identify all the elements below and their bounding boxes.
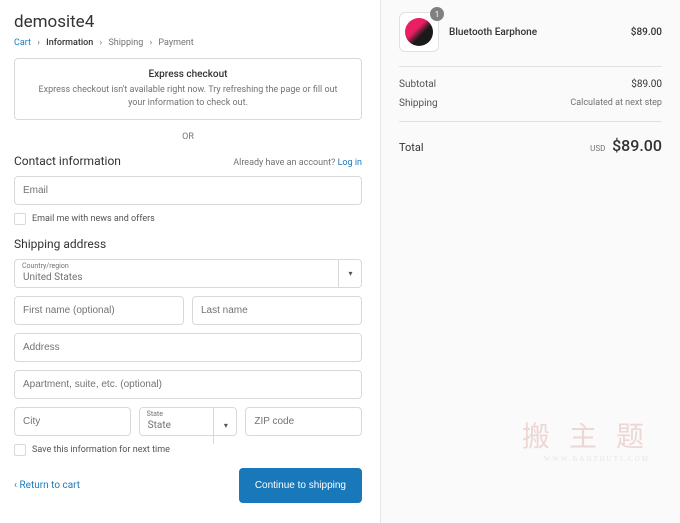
- total-value: $89.00: [612, 136, 662, 155]
- return-to-cart-link[interactable]: ‹ Return to cart: [14, 480, 80, 491]
- login-prompt: Already have an account? Log in: [233, 158, 362, 168]
- express-checkout-box: Express checkout Express checkout isn't …: [14, 58, 362, 120]
- shipping-label: Shipping: [399, 98, 438, 109]
- or-separator: OR: [14, 132, 362, 142]
- subtotal-value: $89.00: [631, 79, 662, 90]
- breadcrumb-shipping: Shipping: [108, 38, 143, 48]
- chevron-right-icon: ›: [100, 38, 103, 48]
- email-field[interactable]: [14, 176, 362, 205]
- cart-item: 1 Bluetooth Earphone $89.00: [399, 12, 662, 52]
- chevron-down-icon: ▾: [213, 407, 237, 444]
- breadcrumb-cart[interactable]: Cart: [14, 38, 31, 48]
- product-price: $89.00: [631, 27, 662, 38]
- chevron-right-icon: ›: [37, 38, 40, 48]
- apartment-field[interactable]: [14, 370, 362, 399]
- product-thumbnail: 1: [399, 12, 439, 52]
- total-label: Total: [399, 141, 424, 154]
- save-info-checkbox[interactable]: [14, 444, 26, 456]
- contact-info-title: Contact information: [14, 154, 121, 168]
- address-field[interactable]: [14, 333, 362, 362]
- site-title: demosite4: [14, 12, 362, 32]
- total-currency: USD: [590, 144, 605, 153]
- state-select[interactable]: State State ▾: [139, 407, 238, 444]
- chevron-down-icon: ▾: [338, 259, 362, 288]
- express-checkout-message: Express checkout isn't available right n…: [29, 84, 347, 109]
- chevron-right-icon: ›: [149, 38, 152, 48]
- newsletter-checkbox[interactable]: [14, 213, 26, 225]
- save-info-label: Save this information for next time: [32, 445, 170, 455]
- login-link[interactable]: Log in: [338, 158, 362, 168]
- last-name-field[interactable]: [192, 296, 362, 325]
- newsletter-label: Email me with news and offers: [32, 214, 155, 224]
- zip-field[interactable]: [245, 407, 362, 436]
- express-checkout-title: Express checkout: [29, 69, 347, 80]
- product-name: Bluetooth Earphone: [449, 27, 621, 38]
- chevron-left-icon: ‹: [14, 480, 17, 491]
- continue-to-shipping-button[interactable]: Continue to shipping: [239, 468, 362, 503]
- shipping-address-title: Shipping address: [14, 237, 362, 251]
- country-select[interactable]: Country/region United States ▾: [14, 259, 362, 288]
- quantity-badge: 1: [430, 7, 444, 21]
- first-name-field[interactable]: [14, 296, 184, 325]
- country-value: United States: [23, 272, 353, 283]
- breadcrumb-information: Information: [46, 38, 93, 48]
- city-field[interactable]: [14, 407, 131, 436]
- subtotal-label: Subtotal: [399, 79, 436, 90]
- breadcrumb: Cart › Information › Shipping › Payment: [14, 38, 362, 48]
- state-label: State: [147, 410, 163, 418]
- shipping-value: Calculated at next step: [570, 98, 662, 109]
- breadcrumb-payment: Payment: [158, 38, 193, 48]
- country-label: Country/region: [22, 262, 69, 270]
